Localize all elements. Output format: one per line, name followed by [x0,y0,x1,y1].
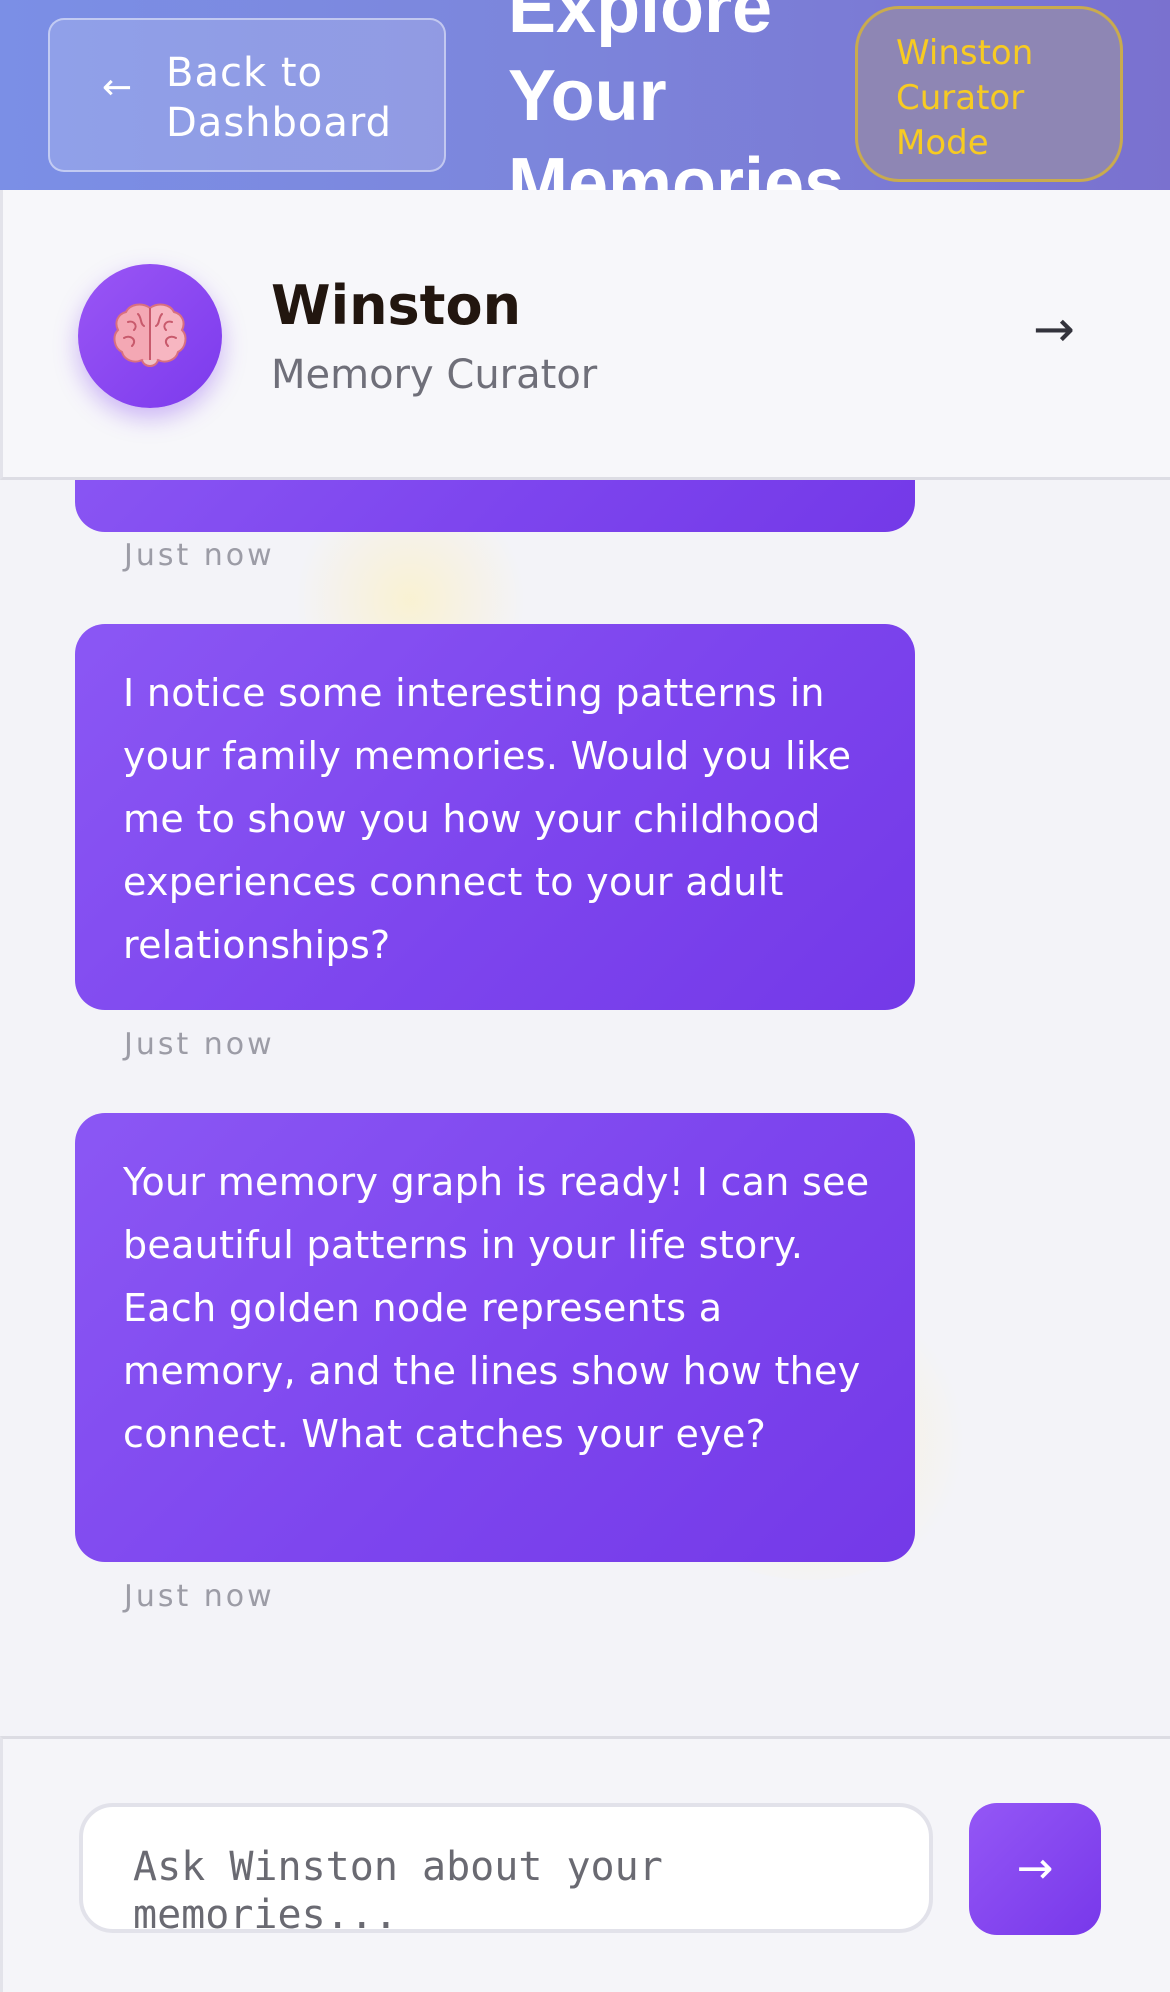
curator-profile-header: Winston Memory Curator → [0,190,1170,480]
brain-icon [113,303,187,367]
arrow-right-icon[interactable]: → [1033,304,1075,354]
curator-name: Winston [271,274,522,337]
send-arrow-icon: → [1016,1843,1054,1894]
chat-input-bar: Ask Winston about your memories... → [0,1736,1170,1992]
chat-message-bubble [75,480,915,532]
message-text: Your memory graph is ready! I can see be… [123,1160,870,1456]
curator-mode-badge[interactable]: Winston Curator Mode [855,6,1123,182]
page-title: Explore Your Memories [508,0,845,190]
curator-role: Memory Curator [271,352,598,398]
avatar [78,264,222,408]
send-button[interactable]: → [969,1803,1101,1935]
message-timestamp: Just now [124,538,275,573]
chat-message-input[interactable]: Ask Winston about your memories... [79,1803,933,1933]
chat-message-bubble: Your memory graph is ready! I can see be… [75,1113,915,1562]
back-button-label: Back to Dashboard [166,50,393,146]
top-header: ← Back to Dashboard Explore Your Memorie… [0,0,1170,190]
back-arrow-icon: ← [102,67,133,108]
message-text: I notice some interesting patterns in yo… [123,671,852,967]
chat-message-bubble: I notice some interesting patterns in yo… [75,624,915,1010]
chat-messages-area[interactable]: Just now I notice some interesting patte… [0,480,1170,1736]
back-to-dashboard-button[interactable]: ← Back to Dashboard [48,18,446,172]
message-timestamp: Just now [124,1027,275,1062]
message-timestamp: Just now [124,1579,275,1614]
